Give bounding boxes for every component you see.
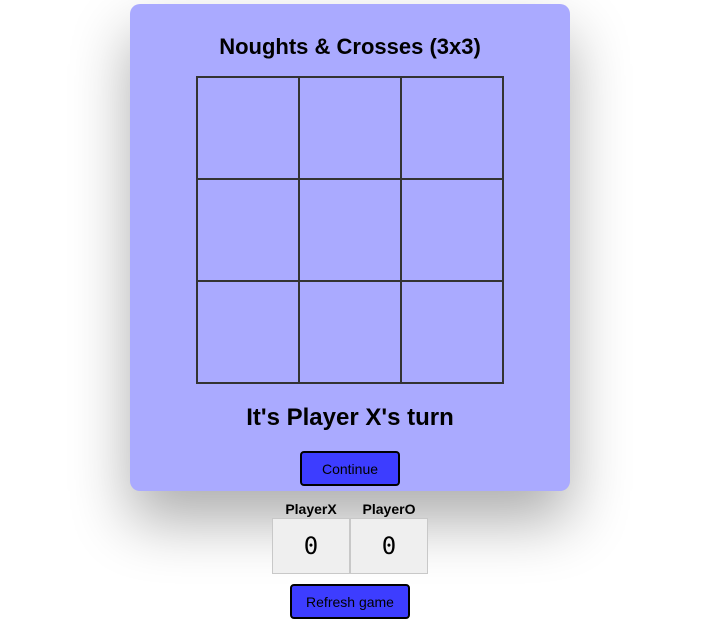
board-cell-7[interactable] bbox=[197, 281, 299, 383]
board-cell-8[interactable] bbox=[299, 281, 401, 383]
board-cell-1[interactable] bbox=[197, 77, 299, 179]
game-card: Noughts & Crosses (3x3) It's Player X's … bbox=[130, 4, 570, 491]
score-label-player-o: PlayerO bbox=[362, 501, 416, 517]
score-value-player-x: 0 bbox=[272, 518, 350, 574]
score-player-o: PlayerO 0 bbox=[350, 501, 428, 574]
score-value-player-o: 0 bbox=[350, 518, 428, 574]
board-cell-5[interactable] bbox=[299, 179, 401, 281]
board-cell-2[interactable] bbox=[299, 77, 401, 179]
game-title: Noughts & Crosses (3x3) bbox=[219, 34, 481, 59]
board-cell-6[interactable] bbox=[401, 179, 503, 281]
game-board bbox=[196, 76, 504, 384]
continue-button[interactable]: Continue bbox=[300, 451, 400, 486]
score-player-x: PlayerX 0 bbox=[272, 501, 350, 574]
score-label-player-x: PlayerX bbox=[285, 501, 337, 517]
board-cell-3[interactable] bbox=[401, 77, 503, 179]
board-cell-9[interactable] bbox=[401, 281, 503, 383]
turn-status: It's Player X's turn bbox=[246, 404, 454, 431]
board-cell-4[interactable] bbox=[197, 179, 299, 281]
refresh-game-button[interactable]: Refresh game bbox=[290, 584, 410, 619]
scoreboard: PlayerX 0 PlayerO 0 bbox=[272, 501, 428, 574]
